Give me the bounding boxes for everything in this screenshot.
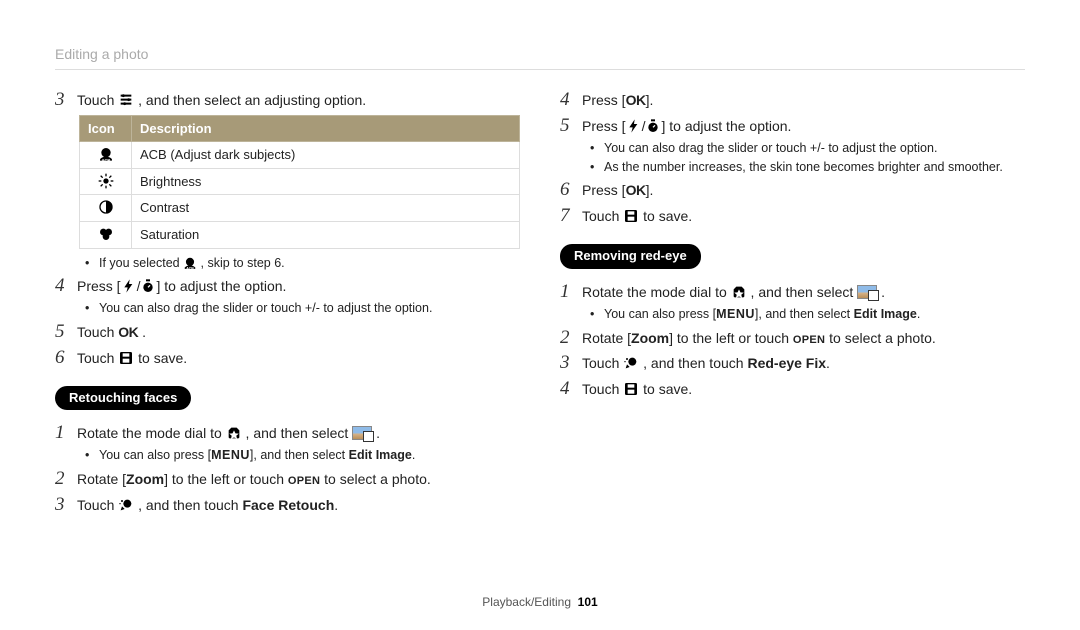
th-desc: Description bbox=[132, 115, 520, 142]
redeye-step-4: 4 Touch to save. bbox=[560, 379, 1025, 400]
timer-icon bbox=[645, 118, 661, 134]
retouch-icon bbox=[623, 355, 639, 371]
substep: As the number increases, the skin tone b… bbox=[590, 159, 1025, 176]
table-row: Contrast bbox=[80, 195, 520, 222]
save-icon bbox=[118, 350, 134, 366]
acb-icon bbox=[98, 146, 114, 162]
retouch-step-2: 2 Rotate [Zoom] to the left or touch OPE… bbox=[55, 469, 520, 490]
mode-dial-icon bbox=[731, 284, 747, 300]
right-column: 4 Press [OK]. 5 Press [/] to adjust the … bbox=[560, 85, 1025, 519]
substep: You can also drag the slider or touch +/… bbox=[85, 300, 520, 317]
table-row: ACB (Adjust dark subjects) bbox=[80, 142, 520, 169]
redeye-step-1: 1 Rotate the mode dial to , and then sel… bbox=[560, 282, 1025, 303]
step-5: 5 Touch OK . bbox=[55, 322, 520, 343]
substep: You can also press [MENU], and then sele… bbox=[590, 306, 1025, 323]
table-row: Saturation bbox=[80, 221, 520, 248]
redeye-step-2: 2 Rotate [Zoom] to the left or touch OPE… bbox=[560, 328, 1025, 349]
icon-description-table: Icon Description ACB (Adjust dark subjec… bbox=[79, 115, 520, 249]
image-thumbnail-icon bbox=[857, 285, 877, 299]
contrast-icon bbox=[98, 199, 114, 215]
brightness-icon bbox=[98, 173, 114, 189]
menu-label: MENU bbox=[211, 448, 250, 462]
step-number: 3 bbox=[55, 90, 77, 111]
ok-label: OK bbox=[626, 92, 646, 108]
step-7: 7 Touch to save. bbox=[560, 206, 1025, 227]
step-3: 3 Touch , and then select an adjusting o… bbox=[55, 90, 520, 111]
heading-removing-red-eye: Removing red-eye bbox=[560, 244, 701, 269]
retouch-step-1: 1 Rotate the mode dial to , and then sel… bbox=[55, 423, 520, 444]
timer-icon bbox=[140, 278, 156, 294]
page-number: 101 bbox=[578, 595, 598, 609]
saturation-icon bbox=[98, 226, 114, 242]
step-6: 6 Press [OK]. bbox=[560, 180, 1025, 201]
substep: If you selected , skip to step 6. bbox=[85, 255, 520, 272]
table-row: Brightness bbox=[80, 168, 520, 195]
retouch-step-3: 3 Touch , and then touch Face Retouch. bbox=[55, 495, 520, 516]
menu-label: MENU bbox=[716, 307, 755, 321]
page-topic: Editing a photo bbox=[55, 45, 1025, 70]
adjust-icon bbox=[118, 92, 134, 108]
image-thumbnail-icon bbox=[352, 426, 372, 440]
page-footer: Playback/Editing 101 bbox=[0, 594, 1080, 610]
acb-icon bbox=[183, 256, 197, 270]
ok-label: OK bbox=[626, 182, 646, 198]
step-4: 4 Press [/] to adjust the option. bbox=[55, 276, 520, 297]
heading-retouching-faces: Retouching faces bbox=[55, 386, 191, 411]
left-column: 3 Touch , and then select an adjusting o… bbox=[55, 85, 520, 519]
mode-dial-icon bbox=[226, 425, 242, 441]
flash-icon bbox=[626, 118, 642, 134]
ok-label: OK bbox=[118, 324, 138, 340]
substep: You can also drag the slider or touch +/… bbox=[590, 140, 1025, 157]
retouch-icon bbox=[118, 497, 134, 513]
redeye-step-3: 3 Touch , and then touch Red-eye Fix. bbox=[560, 353, 1025, 374]
step-5: 5 Press [/] to adjust the option. bbox=[560, 116, 1025, 137]
step-4: 4 Press [OK]. bbox=[560, 90, 1025, 111]
step-text: Touch , and then select an adjusting opt… bbox=[77, 90, 520, 110]
save-icon bbox=[623, 381, 639, 397]
flash-icon bbox=[121, 278, 137, 294]
save-icon bbox=[623, 208, 639, 224]
substep: You can also press [MENU], and then sele… bbox=[85, 447, 520, 464]
step-6: 6 Touch to save. bbox=[55, 348, 520, 369]
th-icon: Icon bbox=[80, 115, 132, 142]
